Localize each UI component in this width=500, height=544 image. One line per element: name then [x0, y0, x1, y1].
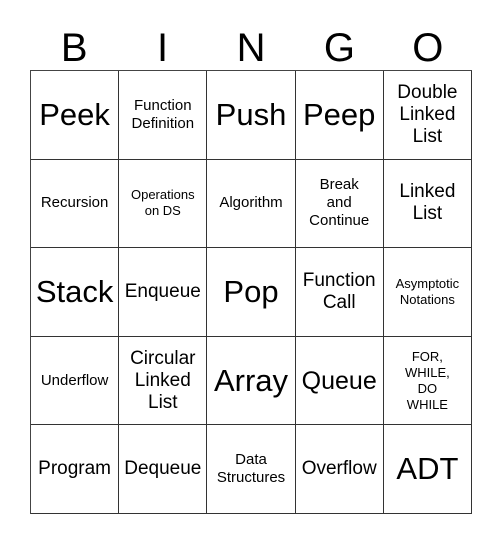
bingo-cell-label: Operations on DS — [130, 187, 195, 219]
bingo-header-letter-g: G — [323, 26, 355, 70]
bingo-cell-r5c4[interactable]: Overflow — [295, 425, 384, 514]
bingo-cell-label: Dequeue — [124, 458, 202, 480]
bingo-cell-label: Double Linked List — [397, 81, 458, 147]
bingo-cell-label: ADT — [396, 451, 459, 487]
bingo-cell-label: Function Definition — [131, 96, 195, 132]
bingo-cell-label: Algorithm — [219, 194, 283, 212]
bingo-cell-label: Function Call — [302, 269, 376, 313]
bingo-cell-r4c2[interactable]: Circular Linked List — [119, 336, 208, 426]
bingo-cell-label: Program — [38, 458, 112, 480]
bingo-cell-r1c3[interactable]: Push — [207, 71, 296, 160]
bingo-cell-label: Peep — [302, 96, 376, 132]
bingo-cell-r1c1[interactable]: Peek — [31, 71, 120, 160]
bingo-cell-label: Push — [215, 96, 287, 132]
bingo-cell-r5c5[interactable]: ADT — [383, 425, 472, 514]
bingo-cell-r3c5[interactable]: Asymptotic Notations — [383, 248, 472, 337]
bingo-cell-label: FOR, WHILE, DO WHILE — [404, 348, 450, 412]
bingo-header-letter-n: N — [236, 26, 266, 70]
bingo-cell-label: Data Structures — [216, 451, 286, 487]
bingo-cell-r4c1[interactable]: Underflow — [31, 336, 120, 426]
bingo-header-letter-o: O — [412, 26, 444, 70]
bingo-cell-r5c2[interactable]: Dequeue — [119, 425, 208, 514]
bingo-cell-label: Linked List — [399, 181, 456, 225]
bingo-cell-label: Stack — [35, 273, 114, 309]
bingo-card: B I N G O Peek Function Definition Push Peep Dou… — [0, 0, 500, 544]
bingo-cell-label: Overflow — [301, 458, 377, 480]
bingo-cell-r3c3[interactable]: Pop — [207, 248, 296, 337]
bingo-cell-r3c2[interactable]: Enqueue — [119, 248, 208, 337]
bingo-cell-r2c2[interactable]: Operations on DS — [119, 159, 208, 249]
bingo-cell-r4c4[interactable]: Queue — [295, 336, 384, 426]
bingo-cell-label: Queue — [301, 366, 377, 395]
bingo-grid: Peek Function Definition Push Peep Double Li… — [30, 70, 472, 514]
bingo-cell-label: Recursion — [40, 194, 109, 212]
bingo-cell-r5c3[interactable]: Data Structures — [207, 425, 296, 514]
bingo-cell-r4c3[interactable]: Array — [207, 336, 296, 426]
bingo-cell-r2c4[interactable]: Break and Continue — [295, 159, 384, 249]
bingo-cell-label: Circular Linked List — [130, 347, 196, 413]
bingo-header-row: BINGO — [30, 14, 472, 70]
bingo-cell-r5c1[interactable]: Program — [31, 425, 120, 514]
bingo-cell-label: Asymptotic Notations — [395, 275, 460, 307]
bingo-cell-label: Underflow — [40, 371, 109, 389]
bingo-cell-r2c3[interactable]: Algorithm — [207, 159, 296, 249]
bingo-cell-r2c1[interactable]: Recursion — [31, 159, 120, 249]
bingo-cell-r3c1[interactable]: Stack — [31, 248, 120, 337]
bingo-cell-r2c5[interactable]: Linked List — [383, 159, 472, 249]
bingo-cell-r4c5[interactable]: FOR, WHILE, DO WHILE — [383, 336, 472, 426]
bingo-cell-label: Enqueue — [124, 280, 201, 302]
bingo-cell-label: Peek — [39, 96, 110, 132]
bingo-header-letter-i: I — [157, 26, 169, 70]
bingo-cell-r1c2[interactable]: Function Definition — [119, 71, 208, 160]
bingo-cell-r3c4[interactable]: Function Call — [295, 248, 384, 337]
bingo-cell-r1c4[interactable]: Peep — [295, 71, 384, 160]
bingo-cell-r1c5[interactable]: Double Linked List — [383, 71, 472, 160]
bingo-header-letter-b: B — [60, 26, 88, 70]
bingo-cell-label: Break and Continue — [309, 176, 370, 230]
bingo-cell-label: Pop — [223, 273, 279, 309]
bingo-cell-label: Array — [213, 362, 289, 398]
